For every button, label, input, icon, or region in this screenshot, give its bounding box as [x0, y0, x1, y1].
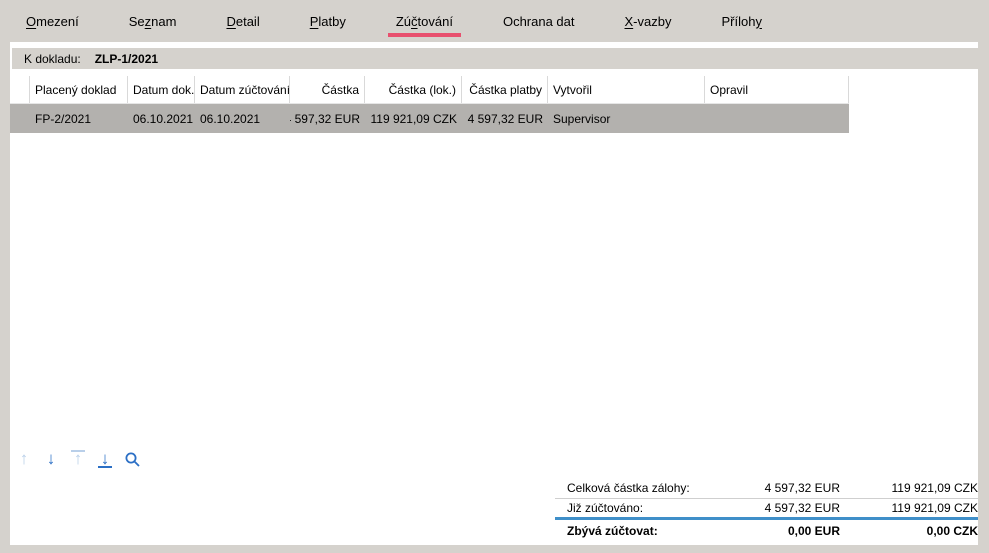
document-reference-band: K dokladu: ZLP-1/2021 [12, 48, 978, 69]
tab-label: Přílohy [721, 14, 761, 29]
cell-castka: 4 597,32 EUR [290, 104, 365, 133]
column-header-vytvoril[interactable]: Vytvořil [548, 76, 705, 103]
summary-czk-value: 119 921,09 CZK [840, 481, 978, 495]
settlement-summary: Celková částka zálohy: 4 597,32 EUR 119 … [555, 478, 978, 542]
cell-castka-lok: 119 921,09 CZK [365, 104, 462, 133]
tab-zuctovani[interactable]: Zúčtování [396, 0, 453, 42]
summary-label: Zbývá zúčtovat: [555, 524, 712, 538]
summary-label: Již zúčtováno: [555, 501, 712, 515]
tab-prilohy[interactable]: Přílohy [721, 0, 761, 42]
summary-czk-value: 0,00 CZK [840, 524, 978, 538]
tab-bar: Omezení Seznam Detail Platby Zúčtování O… [0, 0, 989, 42]
move-to-bottom-icon[interactable]: ↓ [95, 448, 115, 470]
column-header-castka[interactable]: Částka [290, 76, 365, 103]
document-reference-label: K dokladu: [24, 52, 81, 66]
tab-ochrana-dat[interactable]: Ochrana dat [503, 0, 575, 42]
search-icon[interactable] [122, 448, 142, 470]
column-header-marker[interactable] [10, 76, 30, 103]
tab-platby[interactable]: Platby [310, 0, 346, 42]
tab-label: Detail [226, 14, 259, 29]
tab-label: Seznam [129, 14, 177, 29]
tab-label: Ochrana dat [503, 14, 575, 29]
column-header-datum-zuctovani[interactable]: Datum zúčtování [195, 76, 290, 103]
cell-placeny-doklad: FP-2/2021 [30, 104, 128, 133]
row-marker-cell [10, 104, 30, 133]
document-reference-value: ZLP-1/2021 [95, 52, 158, 66]
column-header-datum-dok[interactable]: Datum dok. [128, 76, 195, 103]
column-header-castka-lok[interactable]: Částka (lok.) [365, 76, 462, 103]
tab-label: Platby [310, 14, 346, 29]
table-header-row: Placený doklad Datum dok. Datum zúčtován… [10, 76, 849, 104]
summary-row-settled: Již zúčtováno: 4 597,32 EUR 119 921,09 C… [555, 499, 978, 520]
move-to-top-icon[interactable]: ↑ [68, 448, 88, 470]
move-down-icon[interactable]: ↓ [41, 448, 61, 470]
summary-eur-value: 0,00 EUR [712, 524, 840, 538]
table-row-selected[interactable]: FP-2/2021 06.10.2021 06.10.2021 4 597,32… [10, 104, 849, 133]
summary-label: Celková částka zálohy: [555, 481, 712, 495]
tab-seznam[interactable]: Seznam [129, 0, 177, 42]
tab-label: Omezení [26, 14, 79, 29]
summary-czk-value: 119 921,09 CZK [840, 501, 978, 515]
settlement-table: Placený doklad Datum dok. Datum zúčtován… [10, 76, 849, 133]
summary-row-remaining: Zbývá zúčtovat: 0,00 EUR 0,00 CZK [555, 520, 978, 542]
cell-vytvoril: Supervisor [548, 104, 705, 133]
cell-castka-platby: 4 597,32 EUR [462, 104, 548, 133]
app-window: { "colors": { "frame": "#d5d2cd", "accen… [0, 0, 989, 553]
column-header-opravil[interactable]: Opravil [705, 76, 849, 103]
summary-eur-value: 4 597,32 EUR [712, 481, 840, 495]
tab-detail[interactable]: Detail [226, 0, 259, 42]
row-navigation-toolbar: ↑ ↓ ↑ ↓ [14, 448, 142, 470]
tab-label: X-vazby [625, 14, 672, 29]
tab-omezeni[interactable]: Omezení [26, 0, 79, 42]
cell-datum-zuctovani: 06.10.2021 [195, 104, 290, 133]
move-up-icon[interactable]: ↑ [14, 448, 34, 470]
cell-opravil [705, 104, 849, 133]
tab-x-vazby[interactable]: X-vazby [625, 0, 672, 42]
summary-eur-value: 4 597,32 EUR [712, 501, 840, 515]
content-panel: K dokladu: ZLP-1/2021 Placený doklad Dat… [10, 42, 978, 545]
column-header-castka-platby[interactable]: Částka platby [462, 76, 548, 103]
summary-row-total: Celková částka zálohy: 4 597,32 EUR 119 … [555, 478, 978, 499]
cell-datum-dok: 06.10.2021 [128, 104, 195, 133]
tab-label: Zúčtování [396, 14, 453, 29]
column-header-placeny-doklad[interactable]: Placený doklad [30, 76, 128, 103]
